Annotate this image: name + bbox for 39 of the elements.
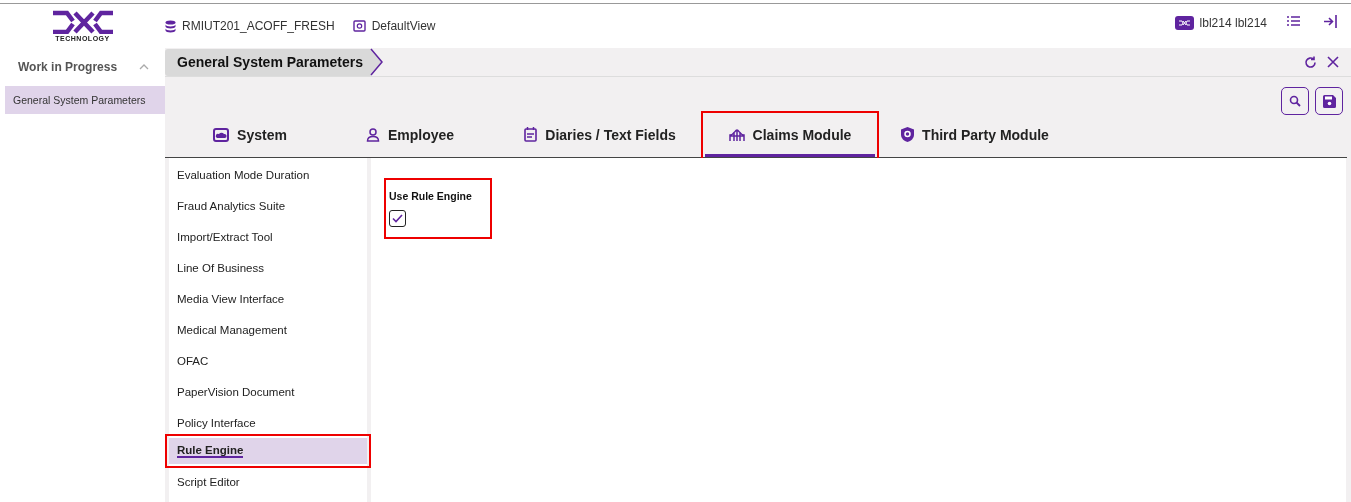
- nav-item[interactable]: OFAC: [169, 345, 367, 376]
- refresh-icon[interactable]: [1304, 55, 1317, 69]
- nav-item[interactable]: Script Editor: [169, 466, 367, 497]
- save-button[interactable]: [1315, 87, 1343, 115]
- logo: [50, 10, 115, 34]
- avatar-icon: [1174, 16, 1194, 30]
- calendar-icon: [524, 127, 538, 142]
- nav-item[interactable]: Medical Management: [169, 314, 367, 345]
- tab[interactable]: Diaries / Text Fields: [495, 115, 705, 157]
- check-icon: [392, 214, 403, 223]
- logout-icon[interactable]: [1324, 14, 1337, 28]
- nav-item[interactable]: Fraud Analytics Suite: [169, 190, 367, 221]
- nav-item[interactable]: Import/Extract Tool: [169, 221, 367, 252]
- menu-icon[interactable]: [1287, 16, 1300, 26]
- field-label: Use Rule Engine: [389, 190, 472, 202]
- database-name: RMIUT201_ACOFF_FRESH: [182, 19, 335, 33]
- checkbox[interactable]: [389, 210, 406, 227]
- view-name: DefaultView: [371, 19, 436, 33]
- nav-item[interactable]: PaperVision Document: [169, 376, 367, 407]
- close-icon[interactable]: [1327, 55, 1339, 68]
- view-icon: [352, 20, 366, 32]
- database-icon: [165, 19, 176, 33]
- tab[interactable]: Third Party Module: [875, 115, 1075, 157]
- tab[interactable]: System: [175, 115, 325, 157]
- person-icon: [365, 127, 380, 142]
- search-icon: [1289, 95, 1301, 107]
- cloud-icon: [213, 127, 230, 142]
- sidebar-item[interactable]: General System Parameters: [5, 86, 165, 114]
- nav-item[interactable]: Media View Interface: [169, 283, 367, 314]
- nav-item[interactable]: Line Of Business: [169, 252, 367, 283]
- user-name: lbl214 lbl214: [1199, 16, 1267, 30]
- tab[interactable]: Employee: [325, 115, 495, 157]
- save-icon: [1322, 94, 1336, 108]
- shield-icon: [901, 127, 915, 142]
- nav-item[interactable]: Evaluation Mode Duration: [169, 159, 367, 190]
- bridge-icon: [728, 127, 745, 142]
- search-button[interactable]: [1281, 87, 1309, 115]
- nav-item[interactable]: Policy Interface: [169, 407, 367, 438]
- sidebar-title: Work in Progress: [18, 60, 118, 74]
